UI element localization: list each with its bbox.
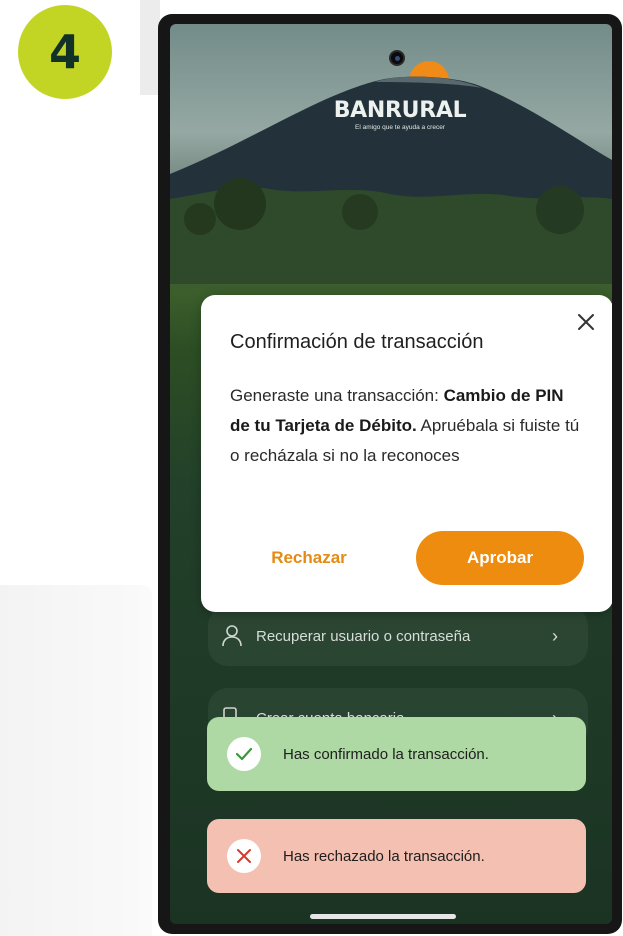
transaction-confirmation-dialog: Confirmación de transacción Generaste un…	[201, 295, 612, 612]
approve-button[interactable]: Aprobar	[416, 531, 584, 585]
step-number: 4	[48, 25, 81, 79]
menu-item-recover-user[interactable]: Recuperar usuario o contraseña ›	[208, 606, 588, 666]
background-panel	[0, 585, 152, 936]
user-icon	[208, 624, 256, 648]
reject-button[interactable]: Rechazar	[239, 531, 379, 585]
brand-logo: BANRURAL El amigo que te ayuda a crecer	[320, 98, 480, 131]
background-strip	[140, 0, 160, 95]
app-screen: BANRURAL El amigo que te ayuda a crecer …	[170, 24, 612, 924]
close-button[interactable]	[571, 307, 601, 337]
dialog-message: Generaste una transacción: Cambio de PIN…	[230, 381, 586, 471]
dialog-message-text: Generaste una transacción:	[230, 386, 444, 405]
menu-item-label: Recuperar usuario o contraseña	[256, 627, 471, 645]
success-toast: Has confirmado la transacción.	[207, 717, 586, 791]
home-indicator[interactable]	[310, 914, 456, 919]
brand-slogan: El amigo que te ayuda a crecer	[355, 124, 445, 131]
step-badge: 4	[18, 5, 112, 99]
check-icon	[227, 737, 261, 771]
phone-frame: BANRURAL El amigo que te ayuda a crecer …	[158, 14, 622, 934]
dialog-title: Confirmación de transacción	[230, 331, 484, 353]
brand-name: BANRURAL	[333, 98, 467, 123]
error-toast: Has rechazado la transacción.	[207, 819, 586, 893]
cross-icon	[227, 839, 261, 873]
success-toast-message: Has confirmado la transacción.	[283, 745, 489, 763]
error-toast-message: Has rechazado la transacción.	[283, 847, 485, 865]
close-icon	[578, 314, 594, 330]
front-camera	[389, 50, 405, 66]
chevron-right-icon: ›	[552, 625, 558, 646]
